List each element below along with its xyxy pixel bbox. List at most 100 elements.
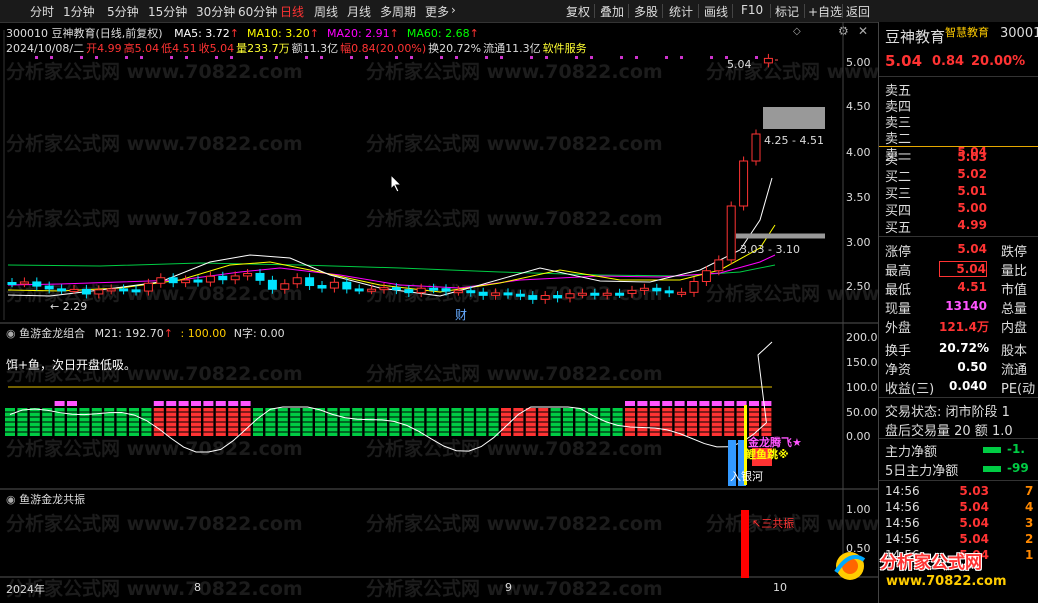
top-dot [755,56,758,59]
ma60-line [7,262,776,277]
candle-body [751,133,761,162]
stat-value: 0.040 [949,379,987,393]
candle-body [342,281,352,290]
candle-body [379,287,389,291]
top-dot [635,56,638,59]
p3-axis-1: 1.00 [846,503,871,516]
stat-label-right: 市值 [1001,283,1028,298]
indicator-cap [178,401,189,406]
candle-body [119,288,129,292]
watermark-text: 分析家公式网 www.70822.com [6,437,303,460]
stat-label: 最低 [885,283,912,298]
tick-volume: 3 [1025,516,1034,530]
panel2-header: ◉ 鱼游金龙组合 M21: 192.70↑ : 100.00 N字: 0.00 [6,327,285,340]
kline-chart: 分析家公式网 www.70822.com 分析家公式网 www.70822.com… [0,22,878,600]
watermark-text: 分析家公式网 www.70822.com [366,132,663,155]
candle-body [615,292,625,296]
indicator-cap [699,401,710,406]
indicator-cap [674,401,685,406]
top-dot [575,56,578,59]
top-dot [680,56,683,59]
trade-status: 交易状态: 闭市阶段 1 [885,405,1010,420]
tick-volume: 7 [1025,484,1034,498]
low-value: 2.29 [62,300,88,313]
stat-value: 4.51 [957,280,987,294]
price-change-pct: 20.00% [971,54,1026,69]
flow-value: -99 [1007,461,1029,475]
candle-body [689,281,699,293]
candle-body [7,282,17,285]
top-dot [710,56,713,59]
bid-price: 4.99 [957,218,987,232]
candle-body [367,288,377,292]
candle-body [255,272,265,281]
stat-label-right: 内盘 [1001,321,1028,336]
tick-price: 5.04 [959,516,989,530]
top-dot [545,56,548,59]
stat-label-right: 股本 [1001,344,1028,359]
finance-marker[interactable]: 财 [455,306,467,323]
top-dot [530,56,533,59]
date-year: 2024年 [6,583,45,596]
candle-body [230,275,240,281]
bid-label: 买五 [885,221,912,236]
price-tick: 5.00 [846,56,871,69]
candle-body [69,288,79,292]
stat-value: 0.50 [957,360,987,374]
stat-label: 收益(三) [885,382,935,397]
candle-body [714,259,724,272]
candle-body [627,289,637,294]
top-dot [620,56,623,59]
tick-price: 5.04 [959,500,989,514]
indicator-cap [749,401,759,406]
top-dot [500,56,503,59]
candle-body [466,290,476,294]
stat-value: 5.04 [957,242,987,256]
indicator-cap [711,401,722,406]
panel-icon[interactable]: ◉ [6,327,16,340]
top-dot [365,56,368,59]
watermark-text: 分析家公式网 www.70822.com [366,512,663,535]
candle-body [168,277,178,284]
watermark-text: 分析家公式网 www.70822.com [6,132,303,155]
top-dot [35,56,38,59]
candle-body [305,277,315,287]
top-dot [80,56,83,59]
indicator-cap [191,401,201,406]
stat-label: 换手 [885,344,912,359]
candle-body [453,290,463,294]
last-price: 5.04 [885,52,923,70]
candle-body [354,288,364,292]
indicator-cap [625,401,635,406]
candle-body [143,282,153,292]
candle-body [243,272,253,277]
candle-body [491,292,501,296]
flow-label: 主力净额 [885,445,938,460]
candle-body [565,293,575,299]
watermark-text: 分析家公式网 www.70822.com [6,577,303,600]
candle-body [540,295,550,300]
mouse-cursor-icon [390,174,403,193]
stat-value: 5.04 [939,261,987,277]
tick-time: 14:56 [885,516,920,530]
candle-body [19,281,29,285]
nzi-value: N字: 0.00 [233,327,285,340]
watermark-text: 分析家公式网 www.70822.com [366,577,663,600]
bid-price: 5.02 [957,167,987,181]
top-dot [305,56,308,59]
indicator-cap [166,401,177,406]
box1-label: 4.25 - 4.51 [764,134,824,147]
stat-label-right: 量比 [1001,264,1028,279]
signal-carp-jump: 鲤鱼跳※ [745,448,789,461]
panel-icon[interactable]: ◉ [6,493,16,506]
price-tick: 2.50 [846,280,871,293]
box2-label: 3.03 - 3.10 [740,243,800,256]
candle-body [404,289,414,294]
flow-bar [983,466,1001,472]
candle-body [726,205,736,261]
site-logo: 分析家公式网 www.70822.com [830,540,1030,596]
stat-label-right: 总量 [1001,302,1028,317]
watermark-text: 分析家公式网 www.70822.com [6,512,303,535]
indicator-tick: 50.00 [846,406,878,419]
bid-price: 5.00 [957,201,987,215]
